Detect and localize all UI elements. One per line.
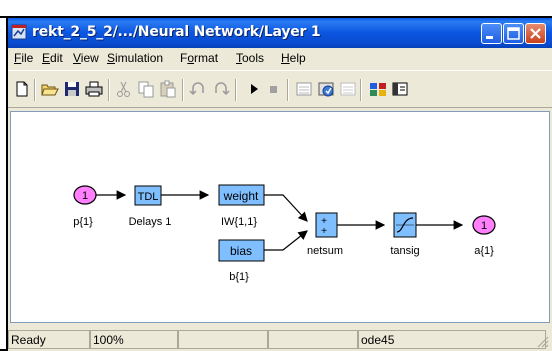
status-zoom: 100% xyxy=(93,333,124,347)
print-icon xyxy=(85,81,103,97)
svg-text:bias: bias xyxy=(230,244,252,258)
paste-icon xyxy=(160,80,176,98)
undo-button[interactable] xyxy=(188,79,208,99)
window-title: rekt_2_5_2/.../Neural Network/Layer 1 xyxy=(32,24,321,40)
stop-simulation-button[interactable] xyxy=(264,79,284,99)
status-solver-cell: ode45 xyxy=(358,330,546,349)
incremental-build-button[interactable] xyxy=(316,79,336,99)
refresh-icon xyxy=(340,82,356,96)
minimize-button[interactable] xyxy=(481,23,502,44)
resize-grip-icon[interactable] xyxy=(536,335,550,349)
title-bar[interactable]: rekt_2_5_2/.../Neural Network/Layer 1 xyxy=(8,18,552,48)
new-button[interactable] xyxy=(12,79,32,99)
open-icon xyxy=(41,84,59,96)
inport-block[interactable]: 1 xyxy=(73,185,97,205)
netsum-block[interactable]: + + xyxy=(315,212,338,238)
svg-text:+: + xyxy=(321,226,327,237)
menu-view[interactable]: View xyxy=(73,51,99,65)
svg-text:1: 1 xyxy=(481,220,487,232)
save-icon xyxy=(65,82,79,96)
bias-block[interactable]: bias xyxy=(218,239,265,262)
open-button[interactable] xyxy=(40,79,60,99)
model-canvas[interactable]: 1 p{1} TDL Delays 1 weight IW{1,1} bias … xyxy=(10,111,550,323)
svg-text:weight: weight xyxy=(223,189,259,203)
netsum-label: netsum xyxy=(307,245,343,257)
outport-block[interactable]: 1 xyxy=(472,215,496,235)
model-explorer-icon xyxy=(392,82,408,96)
redo-button[interactable] xyxy=(211,79,231,99)
signal-line[interactable] xyxy=(264,230,308,251)
weight-label: IW{1,1} xyxy=(221,216,257,228)
start-simulation-button[interactable] xyxy=(244,79,264,99)
maximize-icon xyxy=(507,27,520,40)
close-icon xyxy=(530,28,541,39)
menu-help[interactable]: Help xyxy=(281,51,306,65)
menu-simulation[interactable]: Simulation xyxy=(107,51,163,65)
model-explorer-button[interactable] xyxy=(390,79,410,99)
minimize-icon xyxy=(486,36,493,39)
menu-file[interactable]: File xyxy=(14,51,33,65)
new-icon xyxy=(16,81,28,97)
status-state: Ready xyxy=(11,333,46,347)
tansig-block[interactable] xyxy=(393,212,417,238)
copy-icon xyxy=(138,81,154,98)
maximize-button[interactable] xyxy=(503,23,524,44)
menu-edit[interactable]: Edit xyxy=(42,51,63,65)
copy-button[interactable] xyxy=(136,79,156,99)
build-button[interactable] xyxy=(294,79,314,99)
toolbar-separator xyxy=(235,79,237,101)
incremental-build-icon xyxy=(318,82,334,97)
status-zoom-cell: 100% xyxy=(90,330,178,349)
simulink-window: rekt_2_5_2/.../Neural Network/Layer 1 Fi… xyxy=(8,18,552,351)
undo-icon xyxy=(189,82,204,96)
toolbar-separator xyxy=(108,79,110,101)
status-bar: Ready 100% ode45 xyxy=(8,329,552,351)
tdl-block[interactable]: TDL xyxy=(134,185,162,206)
tansig-label: tansig xyxy=(390,245,419,257)
block-diagram: 1 p{1} TDL Delays 1 weight IW{1,1} bias … xyxy=(73,184,496,283)
build-icon xyxy=(296,82,312,96)
bias-label: b{1} xyxy=(229,271,249,283)
toolbar-separator xyxy=(360,79,362,101)
cut-button[interactable] xyxy=(114,79,134,99)
toolbar-separator xyxy=(182,79,184,101)
print-button[interactable] xyxy=(84,79,104,99)
stop-icon xyxy=(270,86,277,93)
cut-icon xyxy=(117,81,130,97)
library-browser-icon xyxy=(370,83,386,96)
inport-label: p{1} xyxy=(73,216,93,228)
toolbar-separator xyxy=(287,79,289,101)
library-browser-button[interactable] xyxy=(368,79,388,99)
signal-line[interactable] xyxy=(264,194,308,222)
refresh-button[interactable] xyxy=(338,79,358,99)
paste-button[interactable] xyxy=(158,79,178,99)
status-empty-cell xyxy=(178,330,268,349)
close-button[interactable] xyxy=(525,23,546,44)
save-button[interactable] xyxy=(62,79,82,99)
weight-block[interactable]: weight xyxy=(218,184,265,206)
status-solver: ode45 xyxy=(361,333,395,347)
svg-text:1: 1 xyxy=(82,190,88,202)
tdl-label: Delays 1 xyxy=(129,216,172,228)
menu-bar: File Edit View Simulation Format Tools H… xyxy=(8,48,552,68)
status-empty-cell xyxy=(268,330,358,349)
redo-icon xyxy=(215,82,230,96)
svg-text:TDL: TDL xyxy=(138,191,159,203)
outport-label: a{1} xyxy=(474,245,494,257)
toolbar-separator xyxy=(34,79,36,101)
menu-format[interactable]: Format xyxy=(180,51,218,65)
simulink-app-icon[interactable] xyxy=(11,24,27,40)
play-icon xyxy=(251,84,258,94)
status-state-cell: Ready xyxy=(8,330,90,349)
menu-tools[interactable]: Tools xyxy=(236,51,264,65)
toolbar xyxy=(8,70,552,108)
